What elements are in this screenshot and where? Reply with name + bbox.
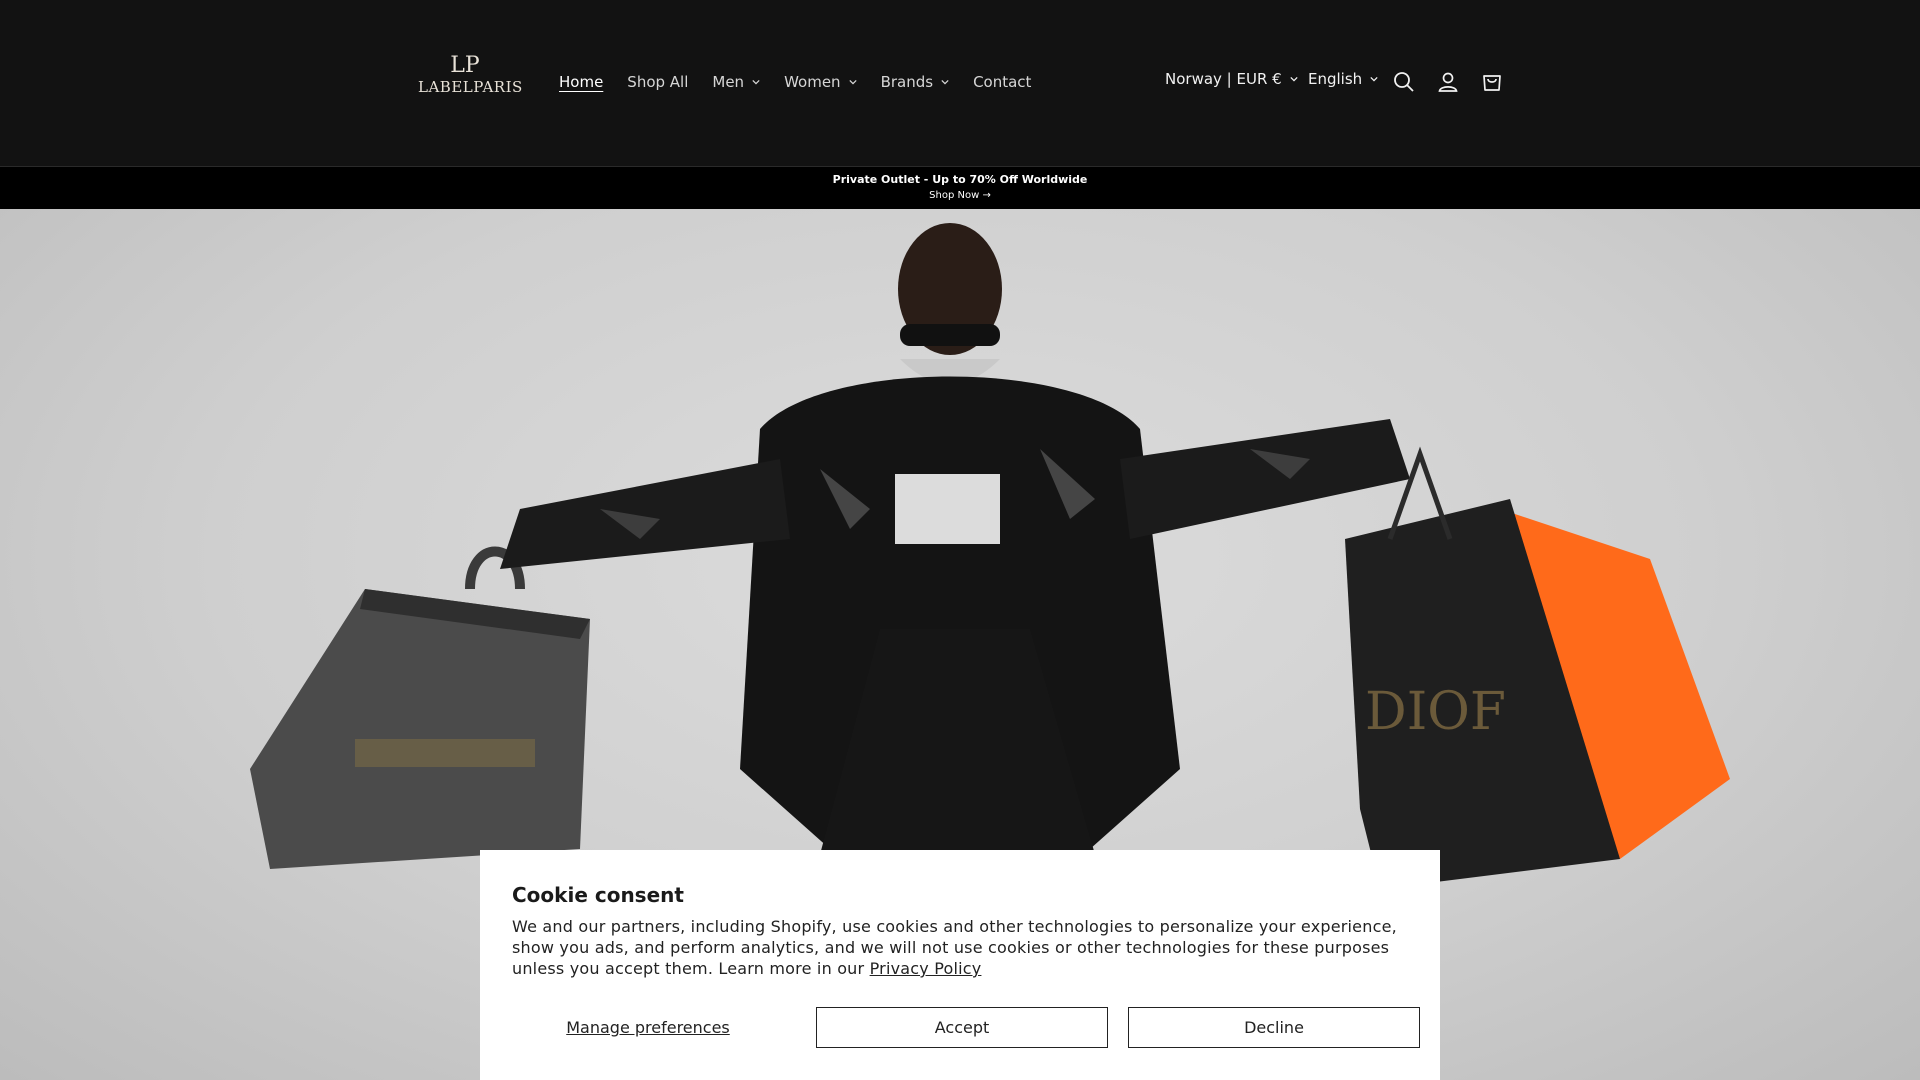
nav-item-brands[interactable]: Brands [881,73,950,91]
cookie-body: We and our partners, including Shopify, … [512,916,1408,979]
chevron-down-icon [1370,75,1378,83]
nav-label: Women [784,73,841,91]
announcement-bar: Private Outlet - Up to 70% Off Worldwide… [0,166,1920,209]
nav-label: Brands [880,73,934,91]
decline-button[interactable]: Decline [1128,1007,1420,1048]
nav-item-home[interactable]: Home [559,73,603,91]
nav-label: Home [559,73,604,91]
chevron-down-icon [1290,75,1298,83]
nav-label: Shop All [627,73,689,91]
nav-item-men[interactable]: Men [712,73,760,91]
nav-item-contact[interactable]: Contact [973,73,1031,91]
left-bag-graphic [250,546,590,869]
account-icon[interactable] [1436,70,1460,94]
brand-logo[interactable]: LP LABELPARIS [418,53,523,100]
chevron-down-icon [941,78,949,86]
search-icon[interactable] [1392,70,1416,94]
logo-wordmark: LABELPARIS [418,78,523,96]
nav-item-women[interactable]: Women [784,73,857,91]
manage-preferences-button[interactable]: Manage preferences [512,1007,784,1048]
nav-item-shop-all[interactable]: Shop All [627,73,688,91]
locale-label: Norway | EUR € [1165,70,1282,88]
chevron-down-icon [848,78,857,86]
cart-icon[interactable] [1480,70,1504,94]
cookie-consent-dialog: Cookie consent We and our partners, incl… [480,850,1440,1080]
cookie-actions: Manage preferences Accept Decline [512,1007,1420,1048]
site-header: LP LABELPARIS Home Shop All Men Women Br… [0,0,1920,166]
country-currency-selector[interactable]: Norway | EUR € [1165,70,1298,88]
language-label: English [1308,70,1363,88]
language-selector[interactable]: English [1308,70,1378,88]
announcement-text: Private Outlet - Up to 70% Off Worldwide [832,173,1088,186]
logo-monogram: LP [450,53,480,78]
right-bags-graphic: DIOF [1345,446,1730,889]
nav-label: Men [712,73,745,91]
chevron-down-icon [752,78,760,86]
privacy-policy-link[interactable]: Privacy Policy [870,959,982,978]
nav-label: Contact [973,73,1032,91]
announcement-link[interactable]: Shop Now → [0,189,1920,203]
main-nav: Home Shop All Men Women Brands Contact [559,70,1055,94]
cookie-title: Cookie consent [512,883,684,907]
bag-logo-text: DIOF [1365,682,1506,742]
accept-button[interactable]: Accept [816,1007,1108,1048]
